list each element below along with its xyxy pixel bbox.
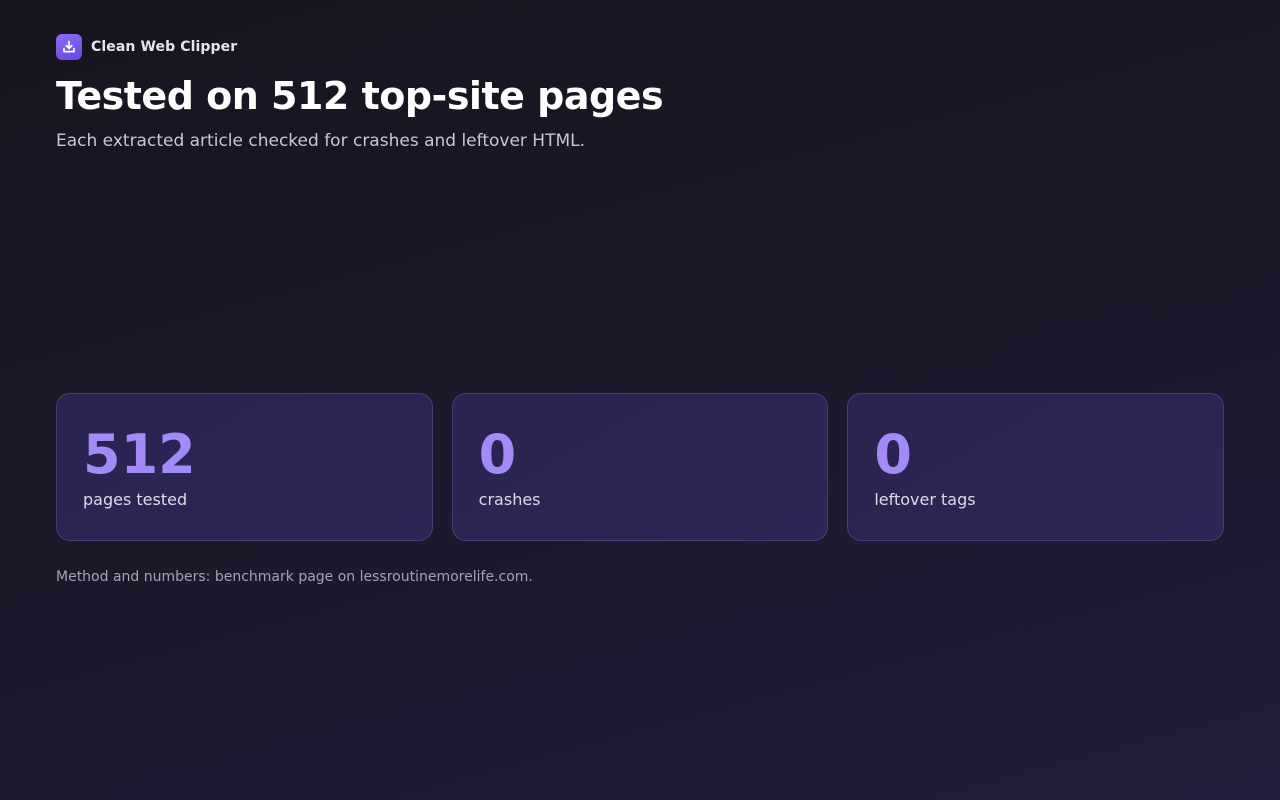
brand: Clean Web Clipper: [56, 34, 237, 60]
stat-card-crashes: 0 crashes: [451, 393, 829, 541]
stat-value: 512: [83, 423, 196, 486]
download-tray-icon: [56, 34, 82, 60]
brand-name: Clean Web Clipper: [91, 39, 238, 55]
stat-label: crashes: [478, 490, 541, 509]
stats-row: 512 pages tested 0 crashes 0 leftover ta…: [56, 393, 1225, 541]
stat-card-pages-tested: 512 pages tested: [56, 393, 433, 541]
stat-label: leftover tags: [874, 490, 976, 509]
stat-value: 0: [478, 423, 517, 486]
page-title: Tested on 512 top-site pages: [56, 74, 664, 118]
stat-value: 0: [874, 423, 912, 486]
stat-card-leftover-tags: 0 leftover tags: [847, 393, 1225, 541]
stat-label: pages tested: [83, 490, 188, 509]
footnote: Method and numbers: benchmark page on le…: [56, 569, 533, 585]
page-subtitle: Each extracted article checked for crash…: [56, 131, 586, 151]
